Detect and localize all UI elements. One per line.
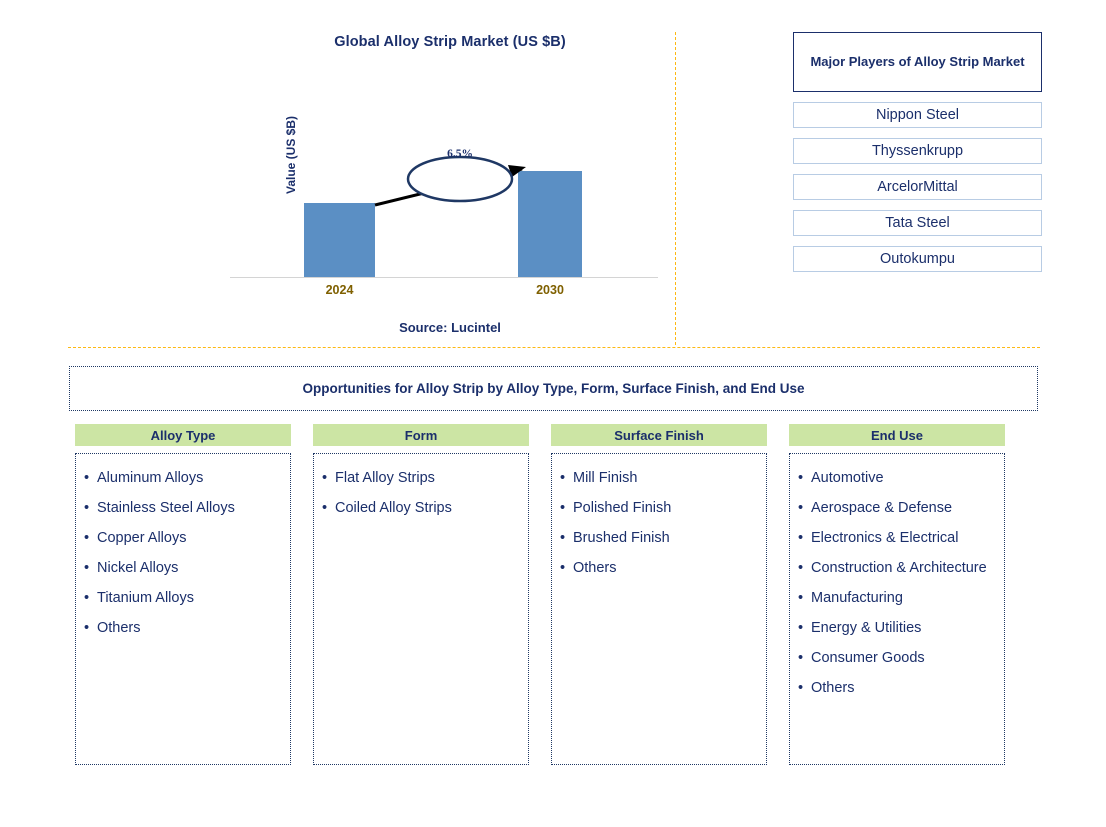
list-item: Flat Alloy Strips [322, 463, 520, 493]
player-label: Outokumpu [880, 251, 955, 267]
vertical-divider [675, 32, 676, 345]
player-label: Nippon Steel [875, 107, 960, 123]
list-item: Stainless Steel Alloys [84, 493, 282, 523]
list-item: Polished Finish [560, 493, 758, 523]
list-item: Consumer Goods [798, 643, 996, 673]
segment-body-end-use: Automotive Aerospace & Defense Electroni… [789, 453, 1005, 765]
list-item: Brushed Finish [560, 523, 758, 553]
cagr-value-label: 6.5% [447, 148, 473, 160]
list-item: Automotive [798, 463, 996, 493]
major-players-title-box: Major Players of Alloy Strip Market [793, 32, 1042, 92]
player-label: Thyssenkrupp [871, 143, 964, 159]
list-item: Construction & Architecture [798, 553, 996, 583]
chart-plot-area: 6.5% 2024 2030 [230, 123, 662, 297]
player-item-nippon-steel[interactable]: Nippon Steel [793, 102, 1042, 128]
major-players-panel: Major Players of Alloy Strip Market Nipp… [793, 32, 1042, 272]
segment-header-label: Form [404, 427, 438, 443]
segment-header-label: End Use [870, 427, 923, 443]
segment-body-surface-finish: Mill Finish Polished Finish Brushed Fini… [551, 453, 767, 765]
list-item: Coiled Alloy Strips [322, 493, 520, 523]
list-item: Aluminum Alloys [84, 463, 282, 493]
list-item: Titanium Alloys [84, 583, 282, 613]
segment-columns: Alloy Type Aluminum Alloys Stainless Ste… [75, 424, 1015, 765]
segment-header-form: Form [313, 424, 529, 446]
segment-list: Automotive Aerospace & Defense Electroni… [798, 463, 996, 703]
list-item: Manufacturing [798, 583, 996, 613]
segment-column-end-use: End Use Automotive Aerospace & Defense E… [789, 424, 1005, 765]
chart-title: Global Alloy Strip Market (US $B) [334, 34, 566, 50]
segment-body-form: Flat Alloy Strips Coiled Alloy Strips [313, 453, 529, 765]
segment-header-end-use: End Use [789, 424, 1005, 446]
segment-column-alloy-type: Alloy Type Aluminum Alloys Stainless Ste… [75, 424, 291, 765]
list-item: Others [560, 553, 758, 583]
player-label: ArcelorMittal [877, 179, 958, 195]
list-item: Others [798, 673, 996, 703]
market-chart-panel: Global Alloy Strip Market (US $B) Value … [230, 28, 670, 338]
list-item: Copper Alloys [84, 523, 282, 553]
segment-column-form: Form Flat Alloy Strips Coiled Alloy Stri… [313, 424, 529, 765]
horizontal-divider [68, 347, 1040, 348]
segment-list: Flat Alloy Strips Coiled Alloy Strips [322, 463, 520, 523]
list-item: Others [84, 613, 282, 643]
segment-header-surface-finish: Surface Finish [551, 424, 767, 446]
list-item: Mill Finish [560, 463, 758, 493]
player-item-outokumpu[interactable]: Outokumpu [793, 246, 1042, 272]
x-tick-label-2030: 2030 [536, 283, 564, 297]
segment-header-alloy-type: Alloy Type [75, 424, 291, 446]
list-item: Energy & Utilities [798, 613, 996, 643]
segment-body-alloy-type: Aluminum Alloys Stainless Steel Alloys C… [75, 453, 291, 765]
x-tick-label-2024: 2024 [325, 283, 354, 297]
opportunities-banner: Opportunities for Alloy Strip by Alloy T… [69, 366, 1038, 411]
segment-header-label: Surface Finish [614, 427, 704, 443]
segment-list: Mill Finish Polished Finish Brushed Fini… [560, 463, 758, 583]
segment-column-surface-finish: Surface Finish Mill Finish Polished Fini… [551, 424, 767, 765]
segment-header-label: Alloy Type [150, 427, 216, 443]
opportunities-banner-text: Opportunities for Alloy Strip by Alloy T… [302, 381, 805, 396]
list-item: Electronics & Electrical [798, 523, 996, 553]
segment-list: Aluminum Alloys Stainless Steel Alloys C… [84, 463, 282, 643]
major-players-title: Major Players of Alloy Strip Market [810, 54, 1025, 70]
player-item-thyssenkrupp[interactable]: Thyssenkrupp [793, 138, 1042, 164]
player-item-tata-steel[interactable]: Tata Steel [793, 210, 1042, 236]
player-label: Tata Steel [885, 215, 950, 231]
player-item-arcelormittal[interactable]: ArcelorMittal [793, 174, 1042, 200]
cagr-arrow-icon [374, 155, 526, 207]
list-item: Nickel Alloys [84, 553, 282, 583]
source-label: Source: Lucintel [399, 320, 501, 335]
list-item: Aerospace & Defense [798, 493, 996, 523]
